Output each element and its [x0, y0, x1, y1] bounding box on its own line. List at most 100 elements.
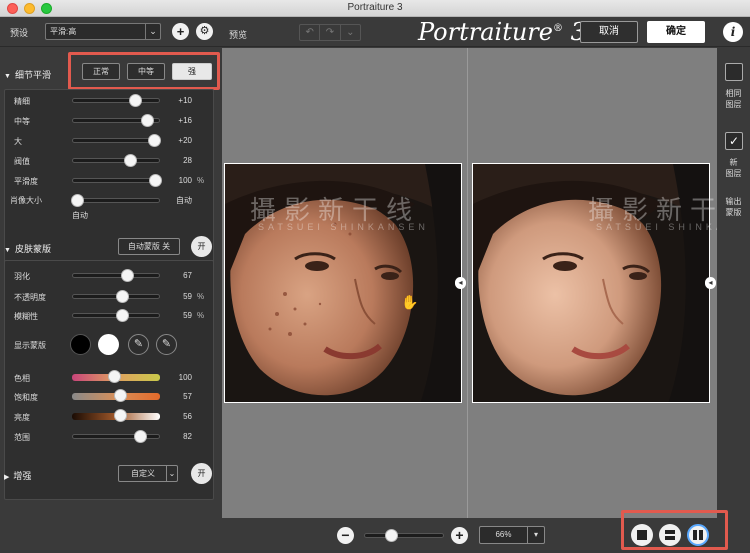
- fine-slider[interactable]: [72, 94, 160, 107]
- same-layer-label: 相同 图层: [725, 89, 742, 109]
- preview-label: 预览: [229, 30, 248, 40]
- compare-handle-left[interactable]: ◂: [455, 277, 466, 289]
- eyedropper-icon[interactable]: ✎: [128, 334, 149, 355]
- smoothness-slider[interactable]: [72, 174, 162, 187]
- slider-value: 67: [183, 271, 192, 280]
- zoom-slider[interactable]: [364, 529, 444, 542]
- gear-icon: ⚙: [199, 25, 210, 37]
- eyedropper-plus-icon[interactable]: ✎: [156, 334, 177, 355]
- slider-value: 100: [178, 176, 192, 185]
- slider-unit: %: [197, 311, 205, 320]
- view-single-button[interactable]: [631, 524, 653, 546]
- preset-select[interactable]: 平滑:高 ⌄: [45, 23, 161, 40]
- skin-mask-header[interactable]: ▼ 皮肤蒙版: [4, 242, 51, 255]
- slider-label: 亮度: [14, 413, 30, 422]
- slider-value: +16: [178, 116, 192, 125]
- slider-value: 82: [183, 432, 192, 441]
- compare-handle-right[interactable]: ◂: [705, 277, 716, 289]
- title-bar: Portraiture 3: [0, 0, 750, 17]
- view-split-horizontal-button[interactable]: [659, 524, 681, 546]
- chevron-down-icon[interactable]: ⌄: [341, 25, 360, 40]
- top-toolbar: 预设 平滑:高 ⌄ + ⚙ ↶ ↷ ⌄ Portraiture® 3 取消 确定…: [0, 17, 750, 47]
- zoom-in-button[interactable]: +: [451, 527, 468, 544]
- plus-icon: +: [455, 527, 464, 543]
- watermark-left-sub: SATSUEI SHINKANSEN: [258, 222, 429, 232]
- slider-label: 大: [14, 137, 22, 146]
- output-panel: 相同 图层 ✓ 新 图层 输出 蒙版: [717, 48, 750, 518]
- slider-value: +20: [178, 136, 192, 145]
- slider-label: 精细: [14, 97, 30, 106]
- saturation-slider[interactable]: [72, 389, 160, 402]
- cancel-button[interactable]: 取消: [580, 21, 638, 43]
- chevron-down-icon: ⌄: [166, 466, 177, 481]
- section-title: 细节平滑: [14, 70, 51, 80]
- slider-knob[interactable]: [384, 529, 398, 542]
- detail-smoothing-header[interactable]: ▼ 细节平滑: [4, 68, 51, 81]
- chevron-down-icon: ▾: [527, 527, 544, 543]
- brightness-slider[interactable]: [72, 409, 160, 422]
- mask-color-white[interactable]: [98, 334, 119, 355]
- slider-label: 饱和度: [14, 393, 38, 402]
- slider-knob[interactable]: [140, 114, 154, 127]
- auto-mask-button[interactable]: 自动蒙版 关: [118, 238, 180, 255]
- large-slider[interactable]: [72, 134, 161, 147]
- feather-slider[interactable]: [72, 269, 160, 282]
- portrait-size-slider[interactable]: [71, 194, 160, 207]
- slider-unit: %: [197, 292, 205, 301]
- undo-icon[interactable]: ↶: [300, 25, 321, 40]
- logo-text: Portraiture: [418, 18, 553, 46]
- settings-button[interactable]: ⚙: [196, 23, 213, 40]
- split-vertical-icon: [693, 530, 703, 540]
- zoom-out-button[interactable]: −: [337, 527, 354, 544]
- section-title: 增强: [13, 471, 32, 481]
- slider-knob[interactable]: [116, 290, 130, 303]
- logo-mark: ®: [552, 23, 563, 34]
- view-split-vertical-button[interactable]: [687, 524, 709, 546]
- slider-knob[interactable]: [128, 94, 142, 107]
- slider-label: 不透明度: [14, 293, 46, 302]
- slider-value: 56: [183, 412, 192, 421]
- window-title: Portraiture 3: [347, 2, 403, 13]
- threshold-slider[interactable]: [72, 154, 160, 167]
- enhance-header[interactable]: ▶ 增强: [4, 469, 31, 482]
- show-mask-label: 显示蒙版: [14, 341, 46, 350]
- new-layer-label: 新 图层: [725, 158, 742, 178]
- fuzziness-slider[interactable]: [72, 309, 160, 322]
- app-logo: Portraiture® 3: [418, 18, 586, 46]
- slider-value: 59: [183, 292, 192, 301]
- portrait-size-label: 肖像大小: [10, 196, 42, 205]
- new-layer-checkbox[interactable]: ✓: [725, 132, 743, 150]
- add-preset-button[interactable]: +: [172, 23, 189, 40]
- split-horizontal-icon: [665, 530, 675, 540]
- range-slider[interactable]: [72, 430, 160, 443]
- mask-color-black[interactable]: [70, 334, 91, 355]
- slider-label: 平滑度: [14, 177, 38, 186]
- section-title: 皮肤蒙版: [14, 244, 51, 254]
- portrait-size-sublabel: 自动: [72, 211, 88, 220]
- zoom-value: 66%: [495, 530, 512, 539]
- zoom-select[interactable]: 66% ▾: [479, 526, 545, 544]
- slider-value: +10: [178, 96, 192, 105]
- slider-label: 阀值: [14, 157, 30, 166]
- slider-knob[interactable]: [147, 134, 161, 147]
- slider-label: 中等: [14, 117, 30, 126]
- hue-slider[interactable]: [72, 370, 160, 383]
- slider-knob[interactable]: [116, 309, 130, 322]
- slider-value: 57: [183, 392, 192, 401]
- minus-icon: −: [341, 527, 350, 543]
- medium-slider[interactable]: [72, 114, 160, 127]
- skin-mask-toggle[interactable]: 开: [191, 236, 212, 257]
- plus-icon: +: [176, 24, 185, 39]
- enhance-toggle[interactable]: 开: [191, 463, 212, 484]
- redo-icon[interactable]: ↷: [320, 25, 341, 40]
- opacity-slider[interactable]: [72, 290, 160, 303]
- slider-knob[interactable]: [134, 430, 148, 443]
- slider-knob[interactable]: [123, 154, 137, 167]
- ok-button[interactable]: 确定: [647, 21, 705, 43]
- enhance-preset-select[interactable]: 自定义 ⌄: [118, 465, 178, 482]
- same-layer-checkbox[interactable]: [725, 63, 743, 81]
- preset-label: 预设: [10, 28, 29, 38]
- undo-redo-group: ↶ ↷ ⌄: [299, 24, 361, 41]
- settings-panel: ▼ 细节平滑 正常 中等 强 精细 +10 中等 +16 大 +20 阀值 28 …: [0, 48, 222, 553]
- info-button[interactable]: i: [723, 22, 743, 42]
